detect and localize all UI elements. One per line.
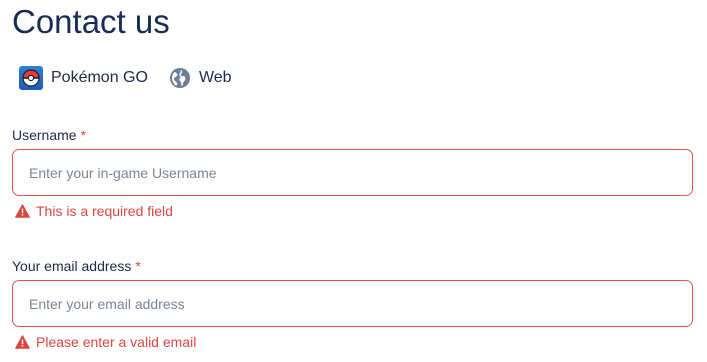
email-required-marker: *: [135, 258, 141, 274]
email-error-text: Please enter a valid email: [36, 334, 197, 350]
username-error-text: This is a required field: [36, 203, 173, 219]
globe-icon: [169, 68, 190, 88]
username-error: This is a required field: [15, 203, 173, 219]
username-label: Username *: [12, 127, 86, 143]
warning-icon: [15, 335, 30, 349]
pokeball-app-icon: [19, 66, 43, 90]
email-input[interactable]: [12, 280, 693, 327]
email-label: Your email address *: [12, 258, 141, 274]
username-input[interactable]: [12, 149, 693, 196]
platform-option-web[interactable]: Web: [169, 67, 232, 89]
email-label-text: Your email address: [12, 258, 132, 274]
platform-label-web: Web: [198, 69, 232, 86]
email-error: Please enter a valid email: [15, 334, 196, 350]
platform-option-pokemon-go[interactable]: Pokémon GO: [19, 66, 148, 90]
warning-icon: [15, 204, 30, 218]
username-required-marker: *: [80, 127, 87, 143]
contact-page: Contact us Pokémon GO Web Username * Ent…: [0, 0, 707, 362]
username-label-text: Username: [12, 127, 77, 143]
page-title: Contact us: [12, 3, 170, 40]
platform-label-pokemon-go: Pokémon GO: [51, 69, 148, 86]
platform-selector: Pokémon GO Web: [19, 66, 253, 90]
